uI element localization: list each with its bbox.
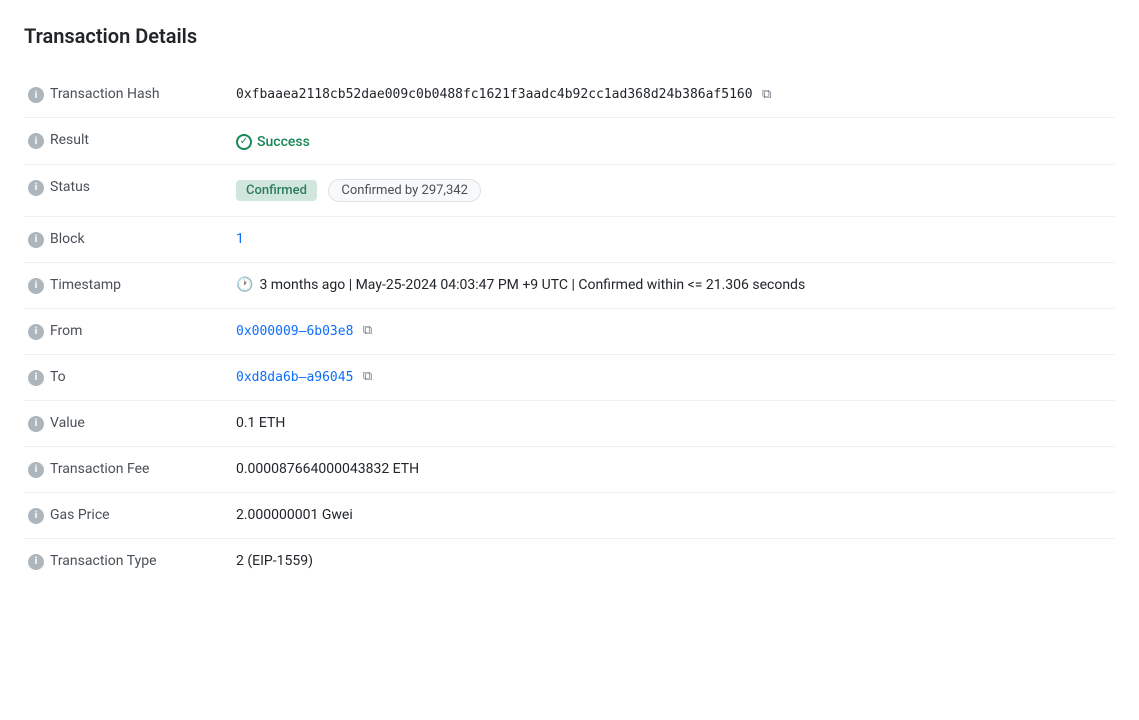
label-transaction-fee: i Transaction Fee xyxy=(24,446,224,492)
info-icon-result: i xyxy=(28,133,44,149)
row-block: i Block 1 xyxy=(24,216,1115,262)
copy-to-button[interactable]: ⧉ xyxy=(363,369,372,384)
transaction-hash-value: 0xfbaaea2118cb52dae009c0b0488fc1621f3aad… xyxy=(236,87,753,102)
label-transaction-hash: i Transaction Hash xyxy=(24,72,224,118)
row-to: i To 0xd8da6b–a96045 ⧉ xyxy=(24,354,1115,400)
row-transaction-hash: i Transaction Hash 0xfbaaea2118cb52dae00… xyxy=(24,72,1115,118)
value-transaction-type: 2 (EIP-1559) xyxy=(224,538,1115,584)
value-result: ✓ Success xyxy=(224,118,1115,165)
label-result: i Result xyxy=(24,118,224,165)
label-block: i Block xyxy=(24,216,224,262)
copy-hash-button[interactable]: ⧉ xyxy=(762,87,771,102)
success-icon: ✓ xyxy=(236,134,252,150)
value-from: 0x000009–6b03e8 ⧉ xyxy=(224,308,1115,354)
label-timestamp: i Timestamp xyxy=(24,262,224,308)
row-transaction-type: i Transaction Type 2 (EIP-1559) xyxy=(24,538,1115,584)
copy-from-button[interactable]: ⧉ xyxy=(363,323,372,338)
label-from: i From xyxy=(24,308,224,354)
row-status: i Status Confirmed Confirmed by 297,342 xyxy=(24,164,1115,216)
row-result: i Result ✓ Success xyxy=(24,118,1115,165)
info-icon-from: i xyxy=(28,324,44,340)
value-block: 1 xyxy=(224,216,1115,262)
info-icon-gas-price: i xyxy=(28,508,44,524)
value-timestamp: 🕐 3 months ago | May-25-2024 04:03:47 PM… xyxy=(224,262,1115,308)
row-transaction-fee: i Transaction Fee 0.000087664000043832 E… xyxy=(24,446,1115,492)
value-transaction-fee: 0.000087664000043832 ETH xyxy=(224,446,1115,492)
info-icon-to: i xyxy=(28,370,44,386)
info-icon-status: i xyxy=(28,180,44,196)
row-timestamp: i Timestamp 🕐 3 months ago | May-25-2024… xyxy=(24,262,1115,308)
clock-icon: 🕐 xyxy=(236,277,253,293)
transaction-details-table: i Transaction Hash 0xfbaaea2118cb52dae00… xyxy=(24,72,1115,584)
value-gas-price: 2.000000001 Gwei xyxy=(224,492,1115,538)
value-status: Confirmed Confirmed by 297,342 xyxy=(224,164,1115,216)
row-from: i From 0x000009–6b03e8 ⧉ xyxy=(24,308,1115,354)
confirmed-badge: Confirmed xyxy=(236,180,317,201)
page-title: Transaction Details xyxy=(24,24,1115,48)
info-icon-value: i xyxy=(28,416,44,432)
value-eth: 0.1 ETH xyxy=(224,400,1115,446)
info-icon-transaction-type: i xyxy=(28,554,44,570)
success-badge: ✓ Success xyxy=(236,134,310,150)
info-icon-transaction-fee: i xyxy=(28,462,44,478)
row-value: i Value 0.1 ETH xyxy=(24,400,1115,446)
label-gas-price: i Gas Price xyxy=(24,492,224,538)
info-icon-block: i xyxy=(28,232,44,248)
label-value: i Value xyxy=(24,400,224,446)
label-transaction-type: i Transaction Type xyxy=(24,538,224,584)
confirmed-by-badge: Confirmed by 297,342 xyxy=(328,179,481,202)
row-gas-price: i Gas Price 2.000000001 Gwei xyxy=(24,492,1115,538)
value-to: 0xd8da6b–a96045 ⧉ xyxy=(224,354,1115,400)
info-icon-transaction-hash: i xyxy=(28,87,44,103)
value-transaction-hash: 0xfbaaea2118cb52dae009c0b0488fc1621f3aad… xyxy=(224,72,1115,118)
info-icon-timestamp: i xyxy=(28,278,44,294)
label-status: i Status xyxy=(24,164,224,216)
from-address-link[interactable]: 0x000009–6b03e8 xyxy=(236,324,353,339)
label-to: i To xyxy=(24,354,224,400)
to-address-link[interactable]: 0xd8da6b–a96045 xyxy=(236,370,353,385)
block-link[interactable]: 1 xyxy=(236,231,244,247)
